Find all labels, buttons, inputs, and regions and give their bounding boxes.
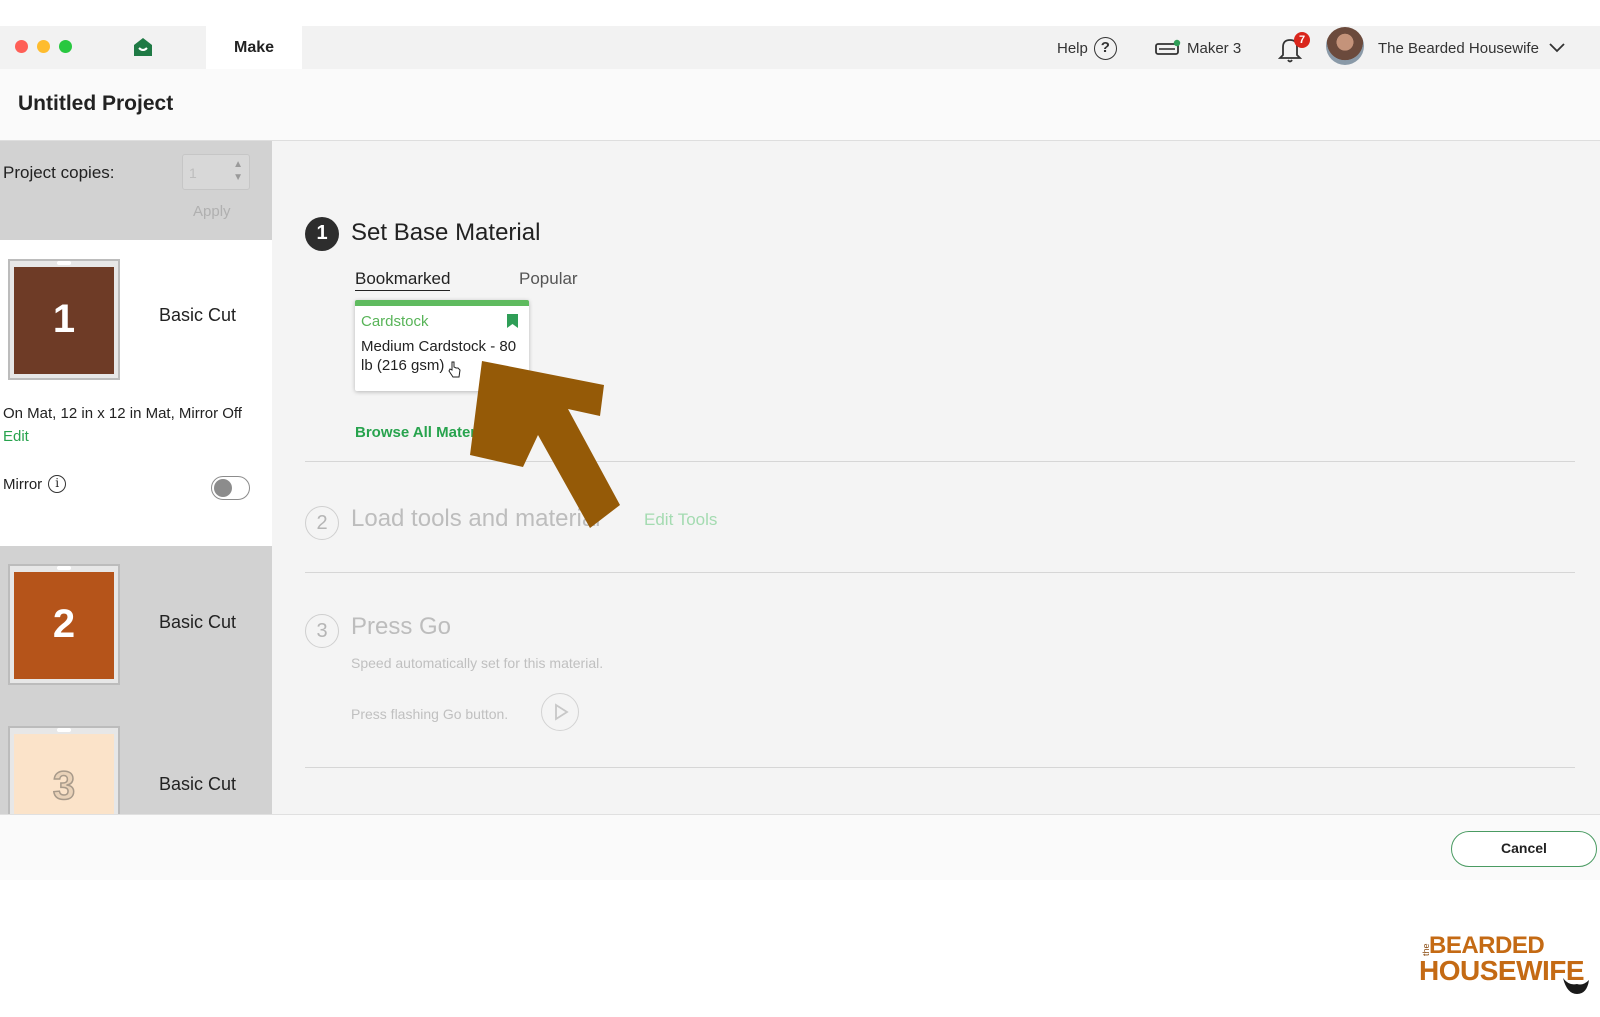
mat-sidebar: Project copies: 1 ▲ ▼ Apply 1 Basic Cut O…: [0, 141, 272, 814]
mirror-label: Mirror i: [3, 475, 67, 493]
window-close-button[interactable]: [15, 40, 28, 53]
step-2-number: 2: [305, 506, 339, 540]
play-icon: [554, 702, 569, 721]
mirror-toggle[interactable]: [211, 476, 250, 500]
speed-note: Speed automatically set for this materia…: [351, 655, 604, 671]
apply-button[interactable]: Apply: [193, 203, 231, 220]
home-icon[interactable]: [133, 37, 153, 57]
tab-bookmarked[interactable]: Bookmarked: [355, 269, 451, 291]
toggle-knob: [214, 479, 232, 497]
mat-number: 1: [52, 297, 76, 341]
info-icon[interactable]: i: [48, 475, 67, 493]
help-button[interactable]: Help ?: [1057, 35, 1117, 61]
go-button-icon: [541, 693, 579, 731]
brand-watermark-logo: the BEARDED HOUSEWIFE: [1419, 932, 1589, 1000]
edit-tools-link[interactable]: Edit Tools: [644, 510, 717, 530]
window-maximize-button[interactable]: [59, 40, 72, 53]
beard-icon: [1563, 978, 1589, 994]
project-header: Untitled Project: [0, 69, 1600, 141]
tab-popular[interactable]: Popular: [519, 269, 578, 289]
window-minimize-button[interactable]: [37, 40, 50, 53]
copies-stepper[interactable]: ▲ ▼: [233, 158, 243, 184]
mat-settings-info: On Mat, 12 in x 12 in Mat, Mirror Off: [3, 405, 242, 422]
step-3-number: 3: [305, 614, 339, 648]
mat-thumbnail[interactable]: 2: [8, 564, 120, 685]
step-1-number: 1: [305, 217, 339, 251]
machine-label: Maker 3: [1187, 39, 1242, 57]
question-circle-icon: ?: [1093, 36, 1117, 60]
divider: [305, 572, 1575, 573]
tab-make[interactable]: Make: [206, 26, 302, 69]
user-menu[interactable]: The Bearded Housewife: [1378, 35, 1565, 61]
project-copies-label: Project copies:: [3, 163, 115, 182]
mat-label: Basic Cut: [159, 774, 237, 794]
mat-label: Basic Cut: [159, 305, 237, 325]
mat-number: 3: [52, 763, 76, 809]
hand-cursor-icon: [448, 361, 461, 378]
machine-selector[interactable]: Maker 3: [1155, 35, 1241, 61]
mat-label: Basic Cut: [159, 612, 237, 632]
mat-item-1[interactable]: 1 Basic Cut On Mat, 12 in x 12 in Mat, M…: [0, 240, 272, 546]
material-category: Cardstock: [361, 313, 429, 330]
page-title: Untitled Project: [18, 92, 174, 115]
step-3-title: Press Go: [351, 613, 452, 640]
help-label: Help: [1057, 39, 1088, 57]
footer-bar: Cancel: [0, 814, 1600, 880]
project-copies-input[interactable]: 1 ▲ ▼: [182, 154, 250, 190]
chevron-down-icon: [1549, 43, 1565, 53]
mat-item-2[interactable]: 2 Basic Cut: [0, 546, 272, 714]
mat-thumbnail[interactable]: 3: [8, 726, 120, 814]
mat-item-3[interactable]: 3 Basic Cut: [0, 714, 272, 814]
top-bar: Make Help ? Maker 3 7 The Bearded Housew…: [0, 26, 1600, 69]
notification-badge: 7: [1294, 32, 1310, 48]
mat-edit-link[interactable]: Edit: [3, 428, 29, 445]
project-copies-value: 1: [189, 165, 197, 181]
avatar[interactable]: [1326, 27, 1364, 65]
cutting-machine-icon: [1155, 39, 1181, 55]
make-steps-panel: 1 Set Base Material Bookmarked Popular C…: [272, 141, 1600, 814]
mat-thumbnail[interactable]: 1: [8, 259, 120, 380]
bookmark-icon[interactable]: [507, 314, 518, 328]
step-1-title: Set Base Material: [351, 219, 541, 246]
project-copies-section: Project copies: 1 ▲ ▼ Apply: [0, 141, 272, 240]
divider: [305, 767, 1575, 768]
watermark-line-2: HOUSEWIFE: [1419, 955, 1585, 986]
mat-number: 2: [52, 602, 76, 646]
mirror-text: Mirror: [3, 475, 43, 493]
notifications-button[interactable]: 7: [1278, 32, 1310, 63]
user-name: The Bearded Housewife: [1378, 39, 1539, 57]
pointer-arrow-annotation: [470, 361, 620, 528]
press-go-note: Press flashing Go button.: [351, 706, 509, 722]
cancel-button[interactable]: Cancel: [1451, 831, 1597, 867]
